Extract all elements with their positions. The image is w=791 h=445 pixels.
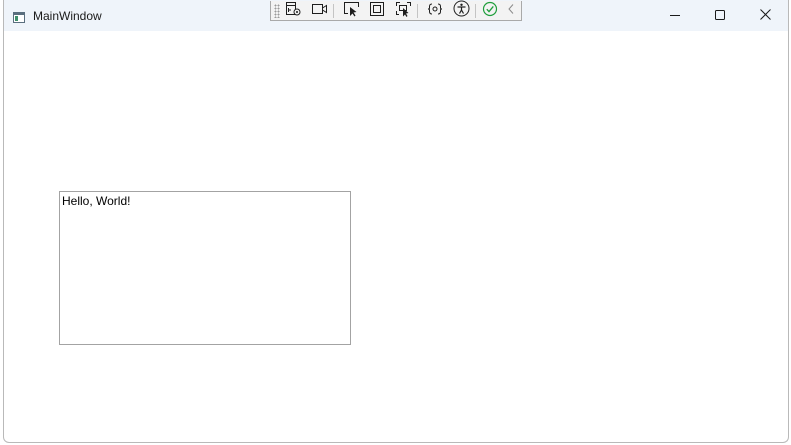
toolbar-separator: [475, 4, 476, 18]
xaml-hot-reload-check-icon: [482, 1, 498, 22]
record-video-icon: [311, 2, 328, 20]
binding-failures-icon: [427, 2, 443, 21]
display-layout-adorners-icon: [369, 1, 385, 22]
accessibility-icon: [453, 0, 470, 22]
app-window-icon: [13, 10, 25, 23]
main-window: MainWindow Hello, World!: [3, 0, 789, 443]
accessibility-checker-button[interactable]: [450, 0, 472, 22]
live-visual-tree-icon: [285, 1, 302, 22]
binding-failures-button[interactable]: [424, 2, 446, 20]
close-icon: [759, 7, 771, 25]
window-title: MainWindow: [33, 9, 102, 23]
record-video-button[interactable]: [308, 2, 330, 20]
select-element-button[interactable]: [340, 1, 362, 22]
maximize-icon: [715, 7, 725, 25]
toolbar-separator: [417, 4, 418, 18]
textbox-text: Hello, World!: [62, 194, 131, 208]
toolbar-grip-handle[interactable]: [274, 4, 280, 18]
track-focus-button[interactable]: [392, 1, 414, 22]
xaml-hot-reload-button[interactable]: [479, 1, 501, 22]
select-element-icon: [343, 1, 360, 22]
collapse-toolbar-button[interactable]: [502, 2, 520, 20]
toolbar-separator: [333, 4, 334, 18]
minimize-button[interactable]: [652, 0, 698, 31]
collapse-chevron-icon: [507, 2, 515, 20]
maximize-button[interactable]: [697, 0, 743, 31]
close-button[interactable]: [742, 0, 788, 31]
minimize-icon: [670, 7, 680, 25]
display-layout-adorners-button[interactable]: [366, 1, 388, 22]
hello-world-textbox[interactable]: Hello, World!: [59, 191, 351, 345]
track-focus-icon: [395, 1, 412, 22]
live-visual-tree-button[interactable]: [282, 1, 304, 22]
runtime-tools-toolbar: [270, 0, 522, 22]
